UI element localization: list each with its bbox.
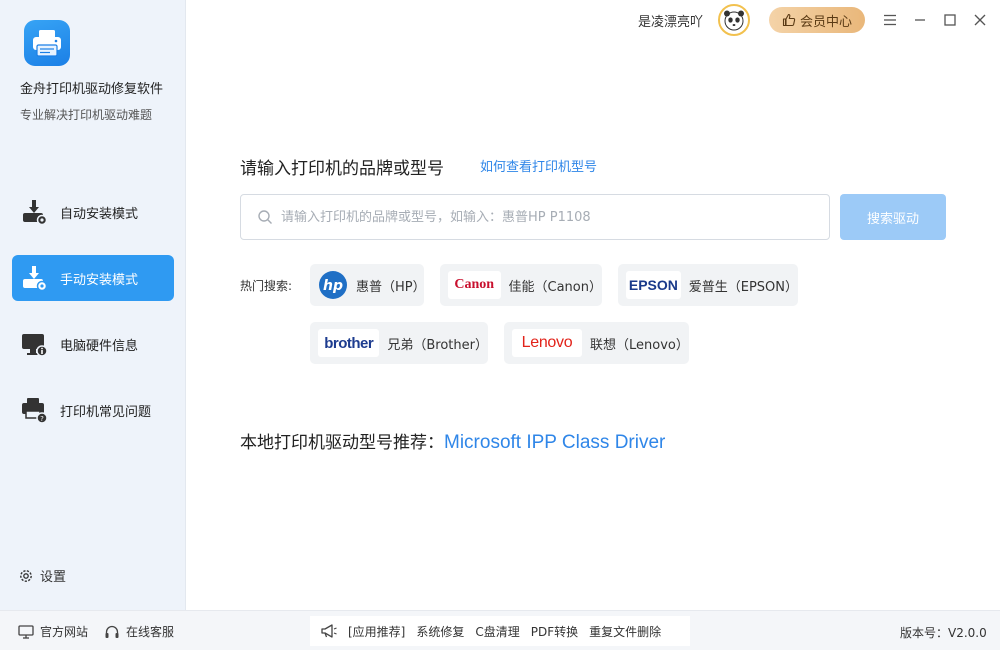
minimize-button[interactable]	[910, 10, 930, 30]
panda-avatar-icon	[724, 10, 744, 31]
hot-search-label: 热门搜索:	[240, 279, 293, 293]
brother-logo: brother	[318, 329, 380, 357]
footer: 官方网站 在线客服 [应用推荐] 系统修复 C盘清理 PDF转换 重复文件删除 …	[0, 610, 1000, 650]
app-subtitle: 专业解决打印机驱动难题	[20, 108, 153, 122]
sidebar: 金舟打印机驱动修复软件 专业解决打印机驱动难题 自动安装模式 手动安装模式 电脑…	[0, 0, 186, 610]
search-driver-button[interactable]: 搜索驱动	[840, 194, 946, 240]
app-title: 金舟打印机驱动修复软件	[20, 82, 164, 97]
rec-item-duplicate-delete[interactable]: 重复文件删除	[589, 623, 661, 640]
sidebar-item-printer-faq[interactable]: ? 打印机常见问题	[12, 387, 174, 433]
vip-center-label: 会员中心	[799, 14, 852, 30]
sidebar-item-label: 手动安装模式	[60, 272, 139, 288]
local-driver-recommendation: 本地打印机驱动型号推荐：Microsoft IPP Class Driver	[240, 428, 665, 454]
brand-chip-canon[interactable]: Canon 佳能（Canon）	[440, 264, 602, 306]
search-input[interactable]	[281, 209, 801, 225]
sidebar-item-manual-install[interactable]: 手动安装模式	[12, 255, 174, 301]
avatar[interactable]	[718, 4, 750, 36]
hp-logo: hp	[318, 271, 348, 299]
close-button[interactable]	[970, 10, 990, 30]
app-recommend-label: [应用推荐]	[348, 624, 406, 639]
hamburger-icon	[884, 14, 896, 26]
headset-icon	[105, 625, 119, 638]
local-driver-link[interactable]: Microsoft IPP Class Driver	[444, 432, 665, 453]
maximize-icon	[944, 14, 956, 26]
app-logo-printer-icon	[24, 20, 70, 66]
auto-install-icon	[20, 198, 48, 226]
rec-item-c-drive-clean[interactable]: C盘清理	[475, 623, 519, 640]
brand-name: 爱普生（EPSON）	[688, 279, 798, 295]
version-label: 版本号：V2.0.0	[900, 626, 987, 640]
online-service-label: 在线客服	[126, 625, 175, 639]
username: 是凌漂亮吖	[638, 15, 704, 30]
sidebar-item-label: 自动安装模式	[60, 206, 139, 222]
app-recommend-bar: [应用推荐] 系统修复 C盘清理 PDF转换 重复文件删除	[310, 616, 690, 646]
lenovo-logo: Lenovo	[512, 329, 582, 357]
megaphone-icon	[320, 623, 338, 639]
search-box	[240, 194, 830, 240]
manual-install-icon	[20, 264, 48, 292]
sidebar-item-hardware-info[interactable]: 电脑硬件信息	[12, 321, 174, 367]
settings-label: 设置	[40, 570, 67, 585]
sidebar-item-label: 打印机常见问题	[60, 404, 152, 420]
sidebar-item-label: 电脑硬件信息	[60, 338, 139, 354]
menu-button[interactable]	[880, 10, 900, 30]
page-title: 请输入打印机的品牌或型号	[240, 159, 444, 179]
vip-center-button[interactable]: 会员中心	[769, 7, 865, 33]
printer-faq-icon: ?	[20, 396, 48, 424]
maximize-button[interactable]	[940, 10, 960, 30]
brand-chip-epson[interactable]: EPSON 爱普生（EPSON）	[618, 264, 798, 306]
local-driver-label: 本地打印机驱动型号推荐：	[240, 433, 444, 453]
brand-name: 兄弟（Brother）	[387, 337, 488, 353]
settings-button[interactable]: 设置	[18, 566, 66, 585]
brand-name: 佳能（Canon）	[508, 279, 602, 295]
minimize-icon	[915, 19, 925, 21]
epson-logo: EPSON	[626, 271, 681, 299]
official-website-link[interactable]: 官方网站	[18, 623, 88, 640]
monitor-icon	[18, 624, 34, 639]
close-icon	[974, 14, 986, 26]
sidebar-item-auto-install[interactable]: 自动安装模式	[12, 189, 174, 235]
gear-icon	[18, 568, 34, 584]
thumbs-up-icon	[782, 13, 796, 27]
rec-item-system-repair[interactable]: 系统修复	[416, 623, 464, 640]
svg-text:hp: hp	[323, 278, 343, 294]
canon-logo: Canon	[448, 271, 501, 299]
brand-name: 联想（Lenovo）	[590, 337, 689, 353]
hardware-info-icon	[20, 330, 48, 358]
brand-name: 惠普（HP）	[356, 279, 426, 295]
rec-item-pdf-convert[interactable]: PDF转换	[531, 623, 578, 640]
official-website-label: 官方网站	[40, 625, 89, 639]
brand-chip-hp[interactable]: hp 惠普（HP）	[310, 264, 426, 306]
svg-text:?: ?	[40, 415, 44, 423]
help-link[interactable]: 如何查看打印机型号	[480, 156, 597, 175]
brand-chip-lenovo[interactable]: Lenovo 联想（Lenovo）	[504, 322, 689, 364]
search-icon	[257, 209, 273, 225]
online-service-link[interactable]: 在线客服	[104, 623, 174, 640]
brand-chip-brother[interactable]: brother 兄弟（Brother）	[310, 322, 488, 364]
